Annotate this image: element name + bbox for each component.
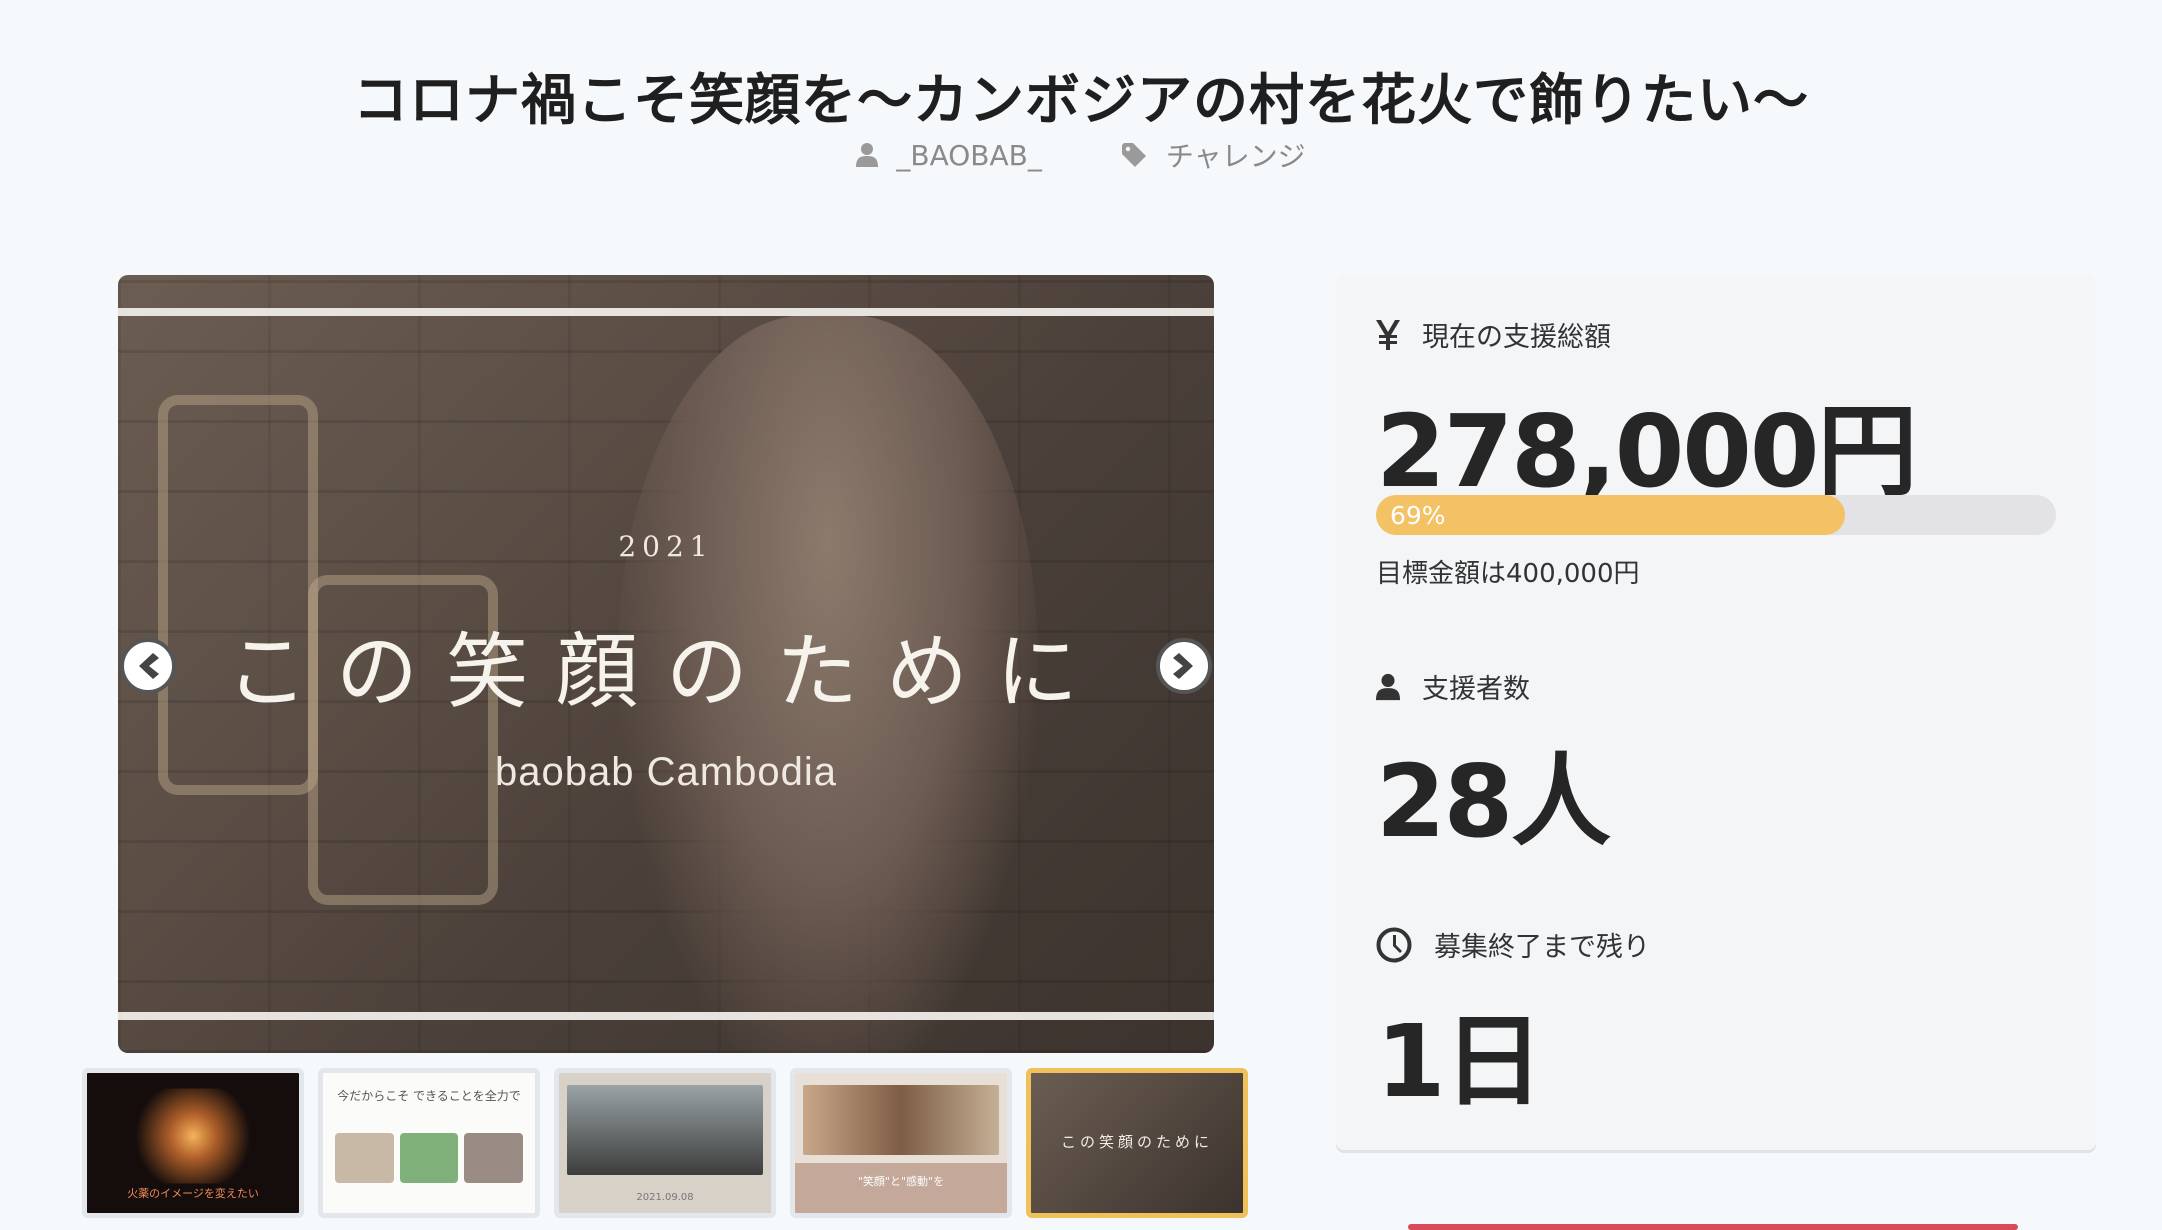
amount-value: 278,000円 [1376, 393, 1917, 510]
page-title: コロナ禍こそ笑顔を〜カンボジアの村を花火で飾りたい〜 [352, 67, 1809, 132]
thumbnail-strip: 火薬のイメージを変えたい 今だからこそ できることを全力で 2021.09.08… [82, 1068, 1248, 1218]
chevron-right-icon [1173, 653, 1193, 679]
yen-icon [1376, 319, 1400, 350]
slider-thumbnail[interactable]: 火薬のイメージを変えたい [82, 1068, 304, 1218]
funding-progress-bar: 69% [1376, 495, 2056, 535]
tag-icon [1121, 143, 1146, 167]
slide-subtitle: baobab Cambodia [495, 750, 837, 794]
thumbnail-caption: "笑顔"と"感動"を [857, 1175, 945, 1188]
thumbnail-photos [335, 1133, 524, 1183]
author-link[interactable]: _BAOBAB_ [856, 135, 1042, 175]
user-icon [856, 143, 879, 167]
remaining-label: 募集終了まで残り [1434, 932, 1650, 963]
category-name: チャレンジ [1165, 140, 1306, 173]
slider-thumbnail[interactable]: "笑顔"と"感動"を [790, 1068, 1012, 1218]
slider-prev-button[interactable] [120, 638, 176, 694]
thumbnail-caption: この笑顔のために [1060, 1133, 1213, 1151]
slide-frame-line [118, 1012, 1214, 1020]
village-photo [803, 1085, 999, 1155]
funding-stats-card: 現在の支援総額 278,000円 69% 目標金額は400,000円 支援者数 … [1336, 275, 2096, 1150]
thumbnail-caption: 今だからこそ できることを全力で [337, 1089, 521, 1103]
clock-icon [1376, 927, 1412, 962]
slide-headline: この笑顔のために [225, 625, 1106, 720]
supporters-label-row: 支援者数 [1376, 667, 1530, 706]
remaining-value: 1日 [1376, 1003, 1544, 1120]
category-link[interactable]: チャレンジ [1121, 135, 1306, 175]
slider-thumbnail-active[interactable]: この笑顔のために [1026, 1068, 1248, 1218]
thumbnail-caption: 2021.09.08 [636, 1192, 694, 1203]
supporters-value: 28人 [1376, 743, 1611, 860]
user-icon [1376, 673, 1400, 700]
slider-thumbnail[interactable]: 今だからこそ できることを全力で [318, 1068, 540, 1218]
supporters-label: 支援者数 [1422, 674, 1530, 705]
author-name: _BAOBAB_ [896, 138, 1042, 172]
slide-year: 2021 [618, 530, 714, 563]
thumbnail-caption: 火薬のイメージを変えたい [127, 1187, 259, 1200]
progress-fill: 69% [1376, 495, 1846, 535]
group-photo [567, 1085, 763, 1175]
progress-percent: 69% [1390, 500, 1446, 530]
amount-label-row: 現在の支援総額 [1376, 315, 1611, 354]
slider-next-button[interactable] [1156, 638, 1212, 694]
slide-frame-line [118, 308, 1214, 316]
goal-text: 目標金額は400,000円 [1376, 559, 1640, 589]
basket-decoration [158, 395, 318, 795]
support-button-edge[interactable] [1408, 1224, 2018, 1230]
slider-thumbnail[interactable]: 2021.09.08 [554, 1068, 776, 1218]
chevron-left-icon [139, 653, 159, 679]
fireworks-image [118, 1088, 268, 1184]
remaining-label-row: 募集終了まで残り [1376, 925, 1650, 964]
project-meta: _BAOBAB_ チャレンジ [0, 135, 2162, 175]
amount-label: 現在の支援総額 [1422, 322, 1611, 353]
image-slider[interactable]: 2021 この笑顔のために baobab Cambodia [118, 275, 1214, 1053]
